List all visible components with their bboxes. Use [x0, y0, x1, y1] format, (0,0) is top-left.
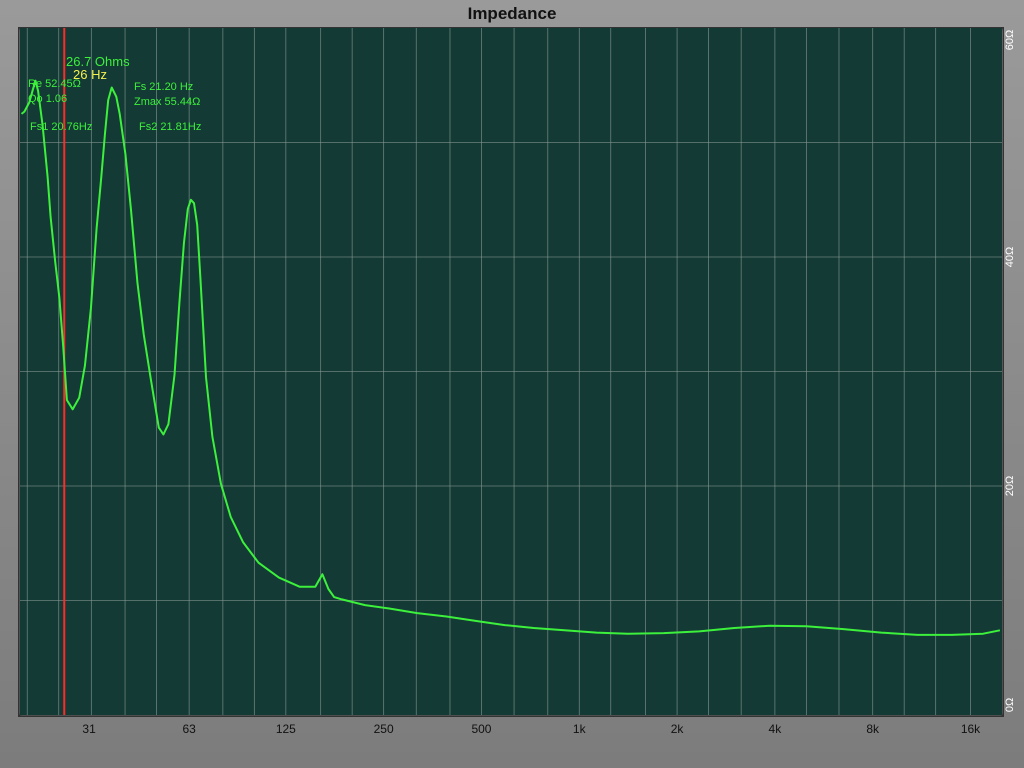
parameter-annotation: Fs1 20.76Hz: [30, 121, 92, 133]
x-tick-label: 125: [276, 722, 296, 736]
y-tick-label: 40Ω: [1004, 247, 1016, 267]
parameter-annotation: Re 52.45Ω: [28, 78, 81, 90]
x-tick-label: 2k: [671, 722, 685, 736]
parameter-annotation: Qo 1.06: [28, 93, 67, 105]
x-tick-label: 1k: [573, 722, 587, 736]
x-tick-label: 63: [182, 722, 196, 736]
chart-window: Impedance 31 63 125 250 500 1k 2k 4k 8k 16k 0Ω 20Ω 4…: [0, 0, 1024, 768]
x-tick-label: 31: [82, 722, 96, 736]
impedance-chart: 31 63 125 250 500 1k 2k 4k 8k 16k0Ω20Ω40Ω60Ω26.7 …: [20, 28, 1016, 736]
parameter-annotation: Fs2 21.81Hz: [139, 121, 201, 133]
y-tick-label: 20Ω: [1004, 476, 1016, 496]
x-tick-label: 4k: [769, 722, 783, 736]
x-tick-label: 500: [471, 722, 491, 736]
y-tick-label: 60Ω: [1004, 30, 1016, 50]
y-tick-label: 0Ω: [1004, 698, 1016, 712]
x-tick-label: 250: [374, 722, 394, 736]
x-tick-label: 8k: [866, 722, 880, 736]
x-tick-label: 16k: [961, 722, 981, 736]
parameter-annotation: Fs 21.20 Hz: [134, 81, 193, 93]
parameter-annotation: Zmax 55.44Ω: [134, 96, 200, 108]
